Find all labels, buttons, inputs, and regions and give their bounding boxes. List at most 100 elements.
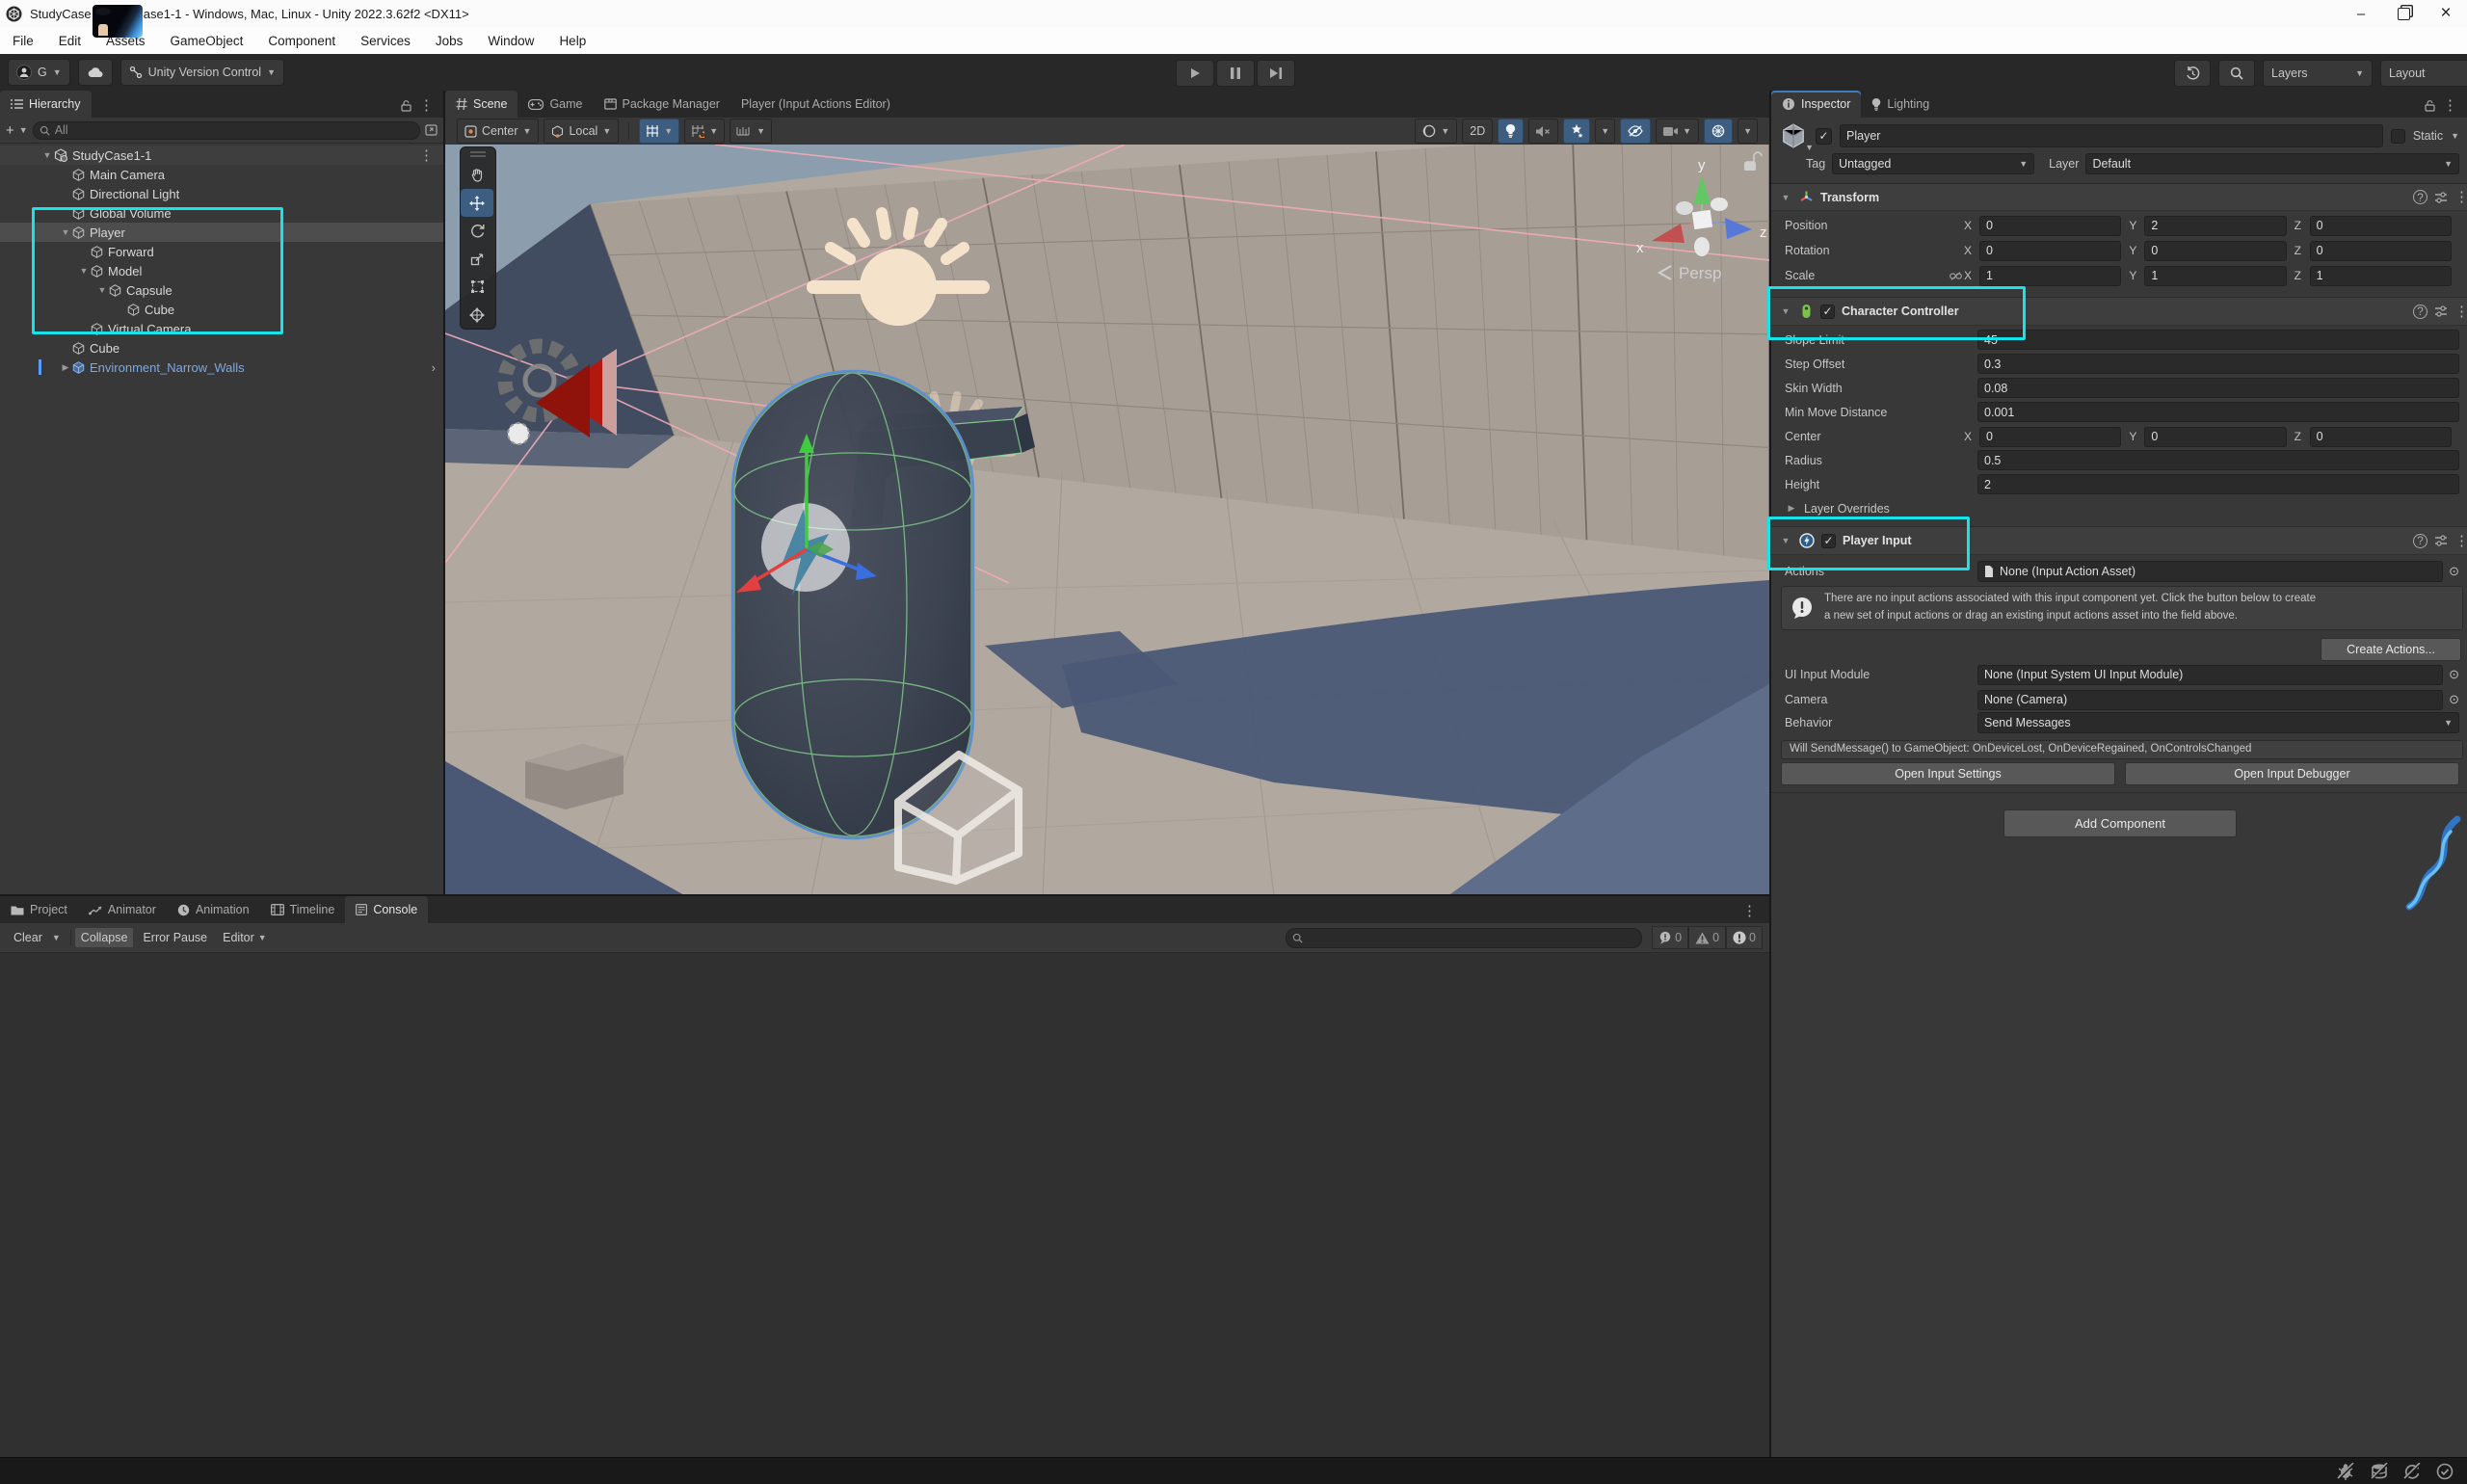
- pause-button[interactable]: [1216, 60, 1255, 87]
- cache-server-disabled-icon[interactable]: [2371, 1463, 2388, 1480]
- vector-field-x[interactable]: 0: [1979, 216, 2121, 236]
- link-scale-icon[interactable]: [1947, 272, 1964, 280]
- scene-console-divider[interactable]: [0, 894, 1770, 896]
- tab-lighting[interactable]: Lighting: [1861, 91, 1940, 118]
- menu-services[interactable]: Services: [348, 27, 423, 54]
- 2d-mode-toggle[interactable]: 2D: [1462, 119, 1493, 144]
- hierarchy-item-directional-light[interactable]: Directional Light: [0, 184, 443, 203]
- layer-overrides-foldout[interactable]: ▶Layer Overrides: [1785, 496, 2459, 520]
- hierarchy-item-player[interactable]: ▼Player: [0, 223, 443, 242]
- gameobject-active-checkbox[interactable]: ✓: [1816, 128, 1832, 145]
- version-control-button[interactable]: Unity Version Control▼: [120, 59, 284, 86]
- open-input-settings-button[interactable]: Open Input Settings: [1781, 762, 2115, 785]
- layers-dropdown[interactable]: Layers▼: [2263, 60, 2373, 87]
- scene-visibility-toggle[interactable]: [1620, 119, 1651, 144]
- transform-component-header[interactable]: ▼ Transform ? ⋮: [1771, 183, 2467, 211]
- console-error-pause-button[interactable]: Error Pause: [137, 928, 213, 947]
- tag-dropdown[interactable]: Untagged▼: [1832, 153, 2034, 174]
- behavior-dropdown[interactable]: Send Messages▼: [1977, 712, 2459, 733]
- maximize-button[interactable]: [2382, 0, 2425, 27]
- property-value-field[interactable]: 2: [1977, 474, 2459, 494]
- scene-lighting-toggle[interactable]: [1498, 119, 1524, 144]
- character-controller-checkbox[interactable]: ✓: [1820, 305, 1835, 319]
- property-value-field[interactable]: 0.001: [1977, 402, 2459, 422]
- scene-picker-icon[interactable]: [425, 124, 438, 136]
- layer-dropdown[interactable]: Default▼: [2085, 153, 2459, 174]
- tab-timeline[interactable]: Timeline: [260, 896, 346, 923]
- console-clear-caret[interactable]: ▼: [52, 933, 61, 942]
- console-collapse-button[interactable]: Collapse: [75, 928, 134, 947]
- gizmos-toggle[interactable]: [1704, 119, 1733, 144]
- tab-game[interactable]: Game: [517, 91, 593, 118]
- create-dropdown-caret[interactable]: ▼: [19, 125, 28, 135]
- console-search-input[interactable]: [1286, 928, 1642, 948]
- object-picker-icon[interactable]: ⊙: [2449, 564, 2459, 579]
- inspector-menu-kebab[interactable]: ⋮: [2443, 98, 2457, 113]
- object-picker-icon[interactable]: ⊙: [2449, 667, 2459, 682]
- hierarchy-menu-kebab[interactable]: ⋮: [419, 98, 434, 113]
- hierarchy-item-cube[interactable]: Cube: [0, 300, 443, 319]
- hierarchy-item-virtual-camera[interactable]: Virtual Camera: [0, 319, 443, 338]
- help-icon[interactable]: ?: [2413, 190, 2427, 204]
- console-info-toggle[interactable]: 0: [1652, 926, 1688, 949]
- tab-animator[interactable]: Animator: [78, 896, 167, 923]
- palette-drag-handle[interactable]: [461, 147, 495, 161]
- player-input-header[interactable]: ▼ ✓ Player Input ? ⋮: [1771, 526, 2467, 555]
- actions-object-field[interactable]: None (Input Action Asset): [1977, 561, 2443, 582]
- open-prefab-chevron[interactable]: ›: [432, 360, 436, 375]
- gizmos-caret[interactable]: ▼: [1738, 119, 1758, 144]
- add-component-button[interactable]: Add Component: [2003, 809, 2237, 837]
- menu-file[interactable]: File: [0, 27, 46, 54]
- static-checkbox[interactable]: [2391, 129, 2405, 144]
- menu-component[interactable]: Component: [255, 27, 348, 54]
- object-picker-icon[interactable]: ⊙: [2449, 692, 2459, 707]
- tab-inspector[interactable]: Inspector: [1771, 91, 1861, 118]
- static-dropdown-caret[interactable]: ▼: [2451, 131, 2459, 141]
- character-controller-kebab[interactable]: ⋮: [2454, 305, 2467, 319]
- hierarchy-item-model[interactable]: ▼Model: [0, 261, 443, 280]
- create-plus-icon[interactable]: +: [6, 122, 14, 139]
- property-value-field[interactable]: 45: [1977, 330, 2459, 350]
- vector-field-y[interactable]: 1: [2144, 266, 2286, 286]
- search-button[interactable]: [2218, 60, 2255, 87]
- tool-handle-pivot-dropdown[interactable]: Center▼: [457, 119, 539, 144]
- menu-window[interactable]: Window: [475, 27, 546, 54]
- tab-hierarchy[interactable]: Hierarchy: [0, 91, 92, 118]
- foldout-icon[interactable]: ▼: [77, 266, 91, 276]
- hierarchy-item-cube[interactable]: Cube: [0, 338, 443, 358]
- foldout-icon[interactable]: ▼: [59, 227, 72, 237]
- tab-console[interactable]: Console: [345, 896, 428, 923]
- lock-icon[interactable]: [2425, 100, 2435, 112]
- tab-animation[interactable]: Animation: [167, 896, 260, 923]
- cloud-button[interactable]: [78, 59, 113, 86]
- item-kebab[interactable]: ⋮: [419, 148, 434, 163]
- hierarchy-item-studycase1-1[interactable]: ▼StudyCase1-1⋮: [0, 146, 443, 165]
- vector-field-z[interactable]: 1: [2310, 266, 2452, 286]
- rect-tool-button[interactable]: [461, 273, 493, 301]
- step-button[interactable]: [1257, 60, 1295, 87]
- vector-field-x[interactable]: 0: [1979, 241, 2121, 261]
- gameobject-cube-icon[interactable]: ▼: [1779, 121, 1808, 150]
- vector-field-x[interactable]: 1: [1979, 266, 2121, 286]
- vector-field-x[interactable]: 0: [1979, 427, 2121, 447]
- tab-player-input-actions-editor-[interactable]: Player (Input Actions Editor): [730, 91, 901, 118]
- vector-field-y[interactable]: 0: [2144, 427, 2286, 447]
- property-value-field[interactable]: 0.3: [1977, 354, 2459, 374]
- presets-icon[interactable]: [2434, 192, 2448, 203]
- hierarchy-item-forward[interactable]: Forward: [0, 242, 443, 261]
- menu-edit[interactable]: Edit: [46, 27, 93, 54]
- snap-increment-dropdown[interactable]: ▼: [729, 119, 772, 144]
- help-icon[interactable]: ?: [2413, 305, 2427, 319]
- console-editor-dropdown[interactable]: Editor▼: [217, 928, 273, 947]
- vector-field-z[interactable]: 0: [2310, 427, 2452, 447]
- hierarchy-scene-divider[interactable]: [443, 91, 445, 896]
- tab-project[interactable]: Project: [0, 896, 78, 923]
- play-button[interactable]: [1176, 60, 1214, 87]
- close-button[interactable]: ×: [2425, 0, 2467, 27]
- tab-scene[interactable]: Scene: [445, 91, 517, 118]
- account-button[interactable]: G▼: [8, 59, 70, 86]
- tab-package-manager[interactable]: Package Manager: [594, 91, 730, 118]
- minimize-button[interactable]: –: [2340, 0, 2382, 27]
- hand-tool-button[interactable]: [461, 161, 493, 189]
- scene-camera-dropdown[interactable]: ▼: [1656, 119, 1699, 144]
